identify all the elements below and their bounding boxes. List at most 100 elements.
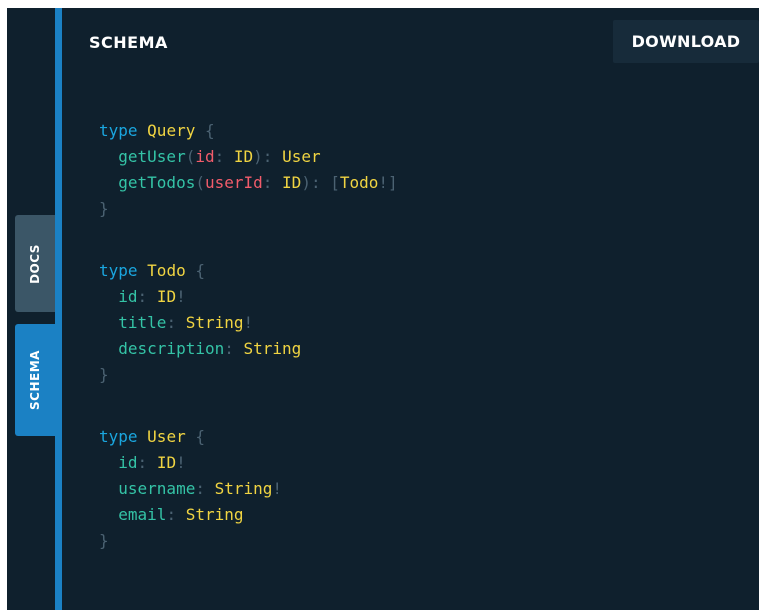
top-border [0,0,759,8]
tab-docs-label: DOCS [28,243,42,284]
punctuation-token: : [224,339,234,358]
punctuation-token: ) [253,147,263,166]
punctuation-token: : [262,147,273,166]
type-token: User [282,147,321,166]
punctuation-token: ! [176,287,186,306]
argument-token: userId [204,173,263,192]
keyword-token: type [99,261,138,280]
punctuation-token: ) [301,173,311,192]
field-token: email [118,505,167,524]
type-token: String [214,479,273,498]
argument-token: id [195,147,215,166]
type-token: String [185,505,244,524]
punctuation-token: : [166,505,177,524]
punctuation-token: ! [378,173,389,192]
tab-schema-label: SCHEMA [28,350,43,410]
code-line: username: String! [99,476,398,502]
schema-panel: DOCS SCHEMA SCHEMA DOWNLOAD type Query {… [0,0,759,610]
code-line: type Query { [99,118,398,144]
code-line: } [99,196,398,222]
code-line: } [99,362,398,388]
punctuation-token: : [262,173,273,192]
code-line: id: ID! [99,284,398,310]
code-line: type User { [99,424,398,450]
punctuation-token: { [195,261,205,280]
punctuation-token: { [195,427,205,446]
field-token: title [118,313,167,332]
type-token: Todo [339,173,379,192]
type-token: String [185,313,244,332]
type-token: User [147,427,186,446]
punctuation-token: ( [185,147,196,166]
sidebar-accent-bar [55,8,62,610]
type-token: String [243,339,302,358]
punctuation-token: : [137,453,148,472]
code-line: } [99,528,398,554]
type-token: Query [147,121,196,140]
punctuation-token: [ [330,173,340,192]
punctuation-token: } [99,531,109,550]
page-title: SCHEMA [89,33,168,52]
tab-schema[interactable]: SCHEMA [15,324,55,436]
punctuation-token: : [137,287,148,306]
field-token: id [118,287,138,306]
keyword-token: type [99,121,138,140]
code-line: getUser(id: ID): User [99,144,398,170]
type-token: ID [233,147,254,166]
punctuation-token: : [195,479,205,498]
download-button[interactable]: DOWNLOAD [613,20,759,63]
code-line: type Todo { [99,258,398,284]
code-line: getTodos(userId: ID): [Todo!] [99,170,398,196]
left-edge [0,8,7,610]
punctuation-token: } [99,199,109,218]
type-definition: type User { id: ID! username: String! em… [99,424,398,554]
code-line: id: ID! [99,450,398,476]
field-token: id [118,453,138,472]
tab-docs[interactable]: DOCS [15,215,55,312]
code-line: email: String [99,502,398,528]
schema-sdl-view: type Query { getUser(id: ID): User getTo… [99,118,398,554]
punctuation-token: ] [388,173,398,192]
punctuation-token: : [214,147,225,166]
punctuation-token: ! [176,453,186,472]
punctuation-token: ! [272,479,283,498]
type-token: ID [156,287,177,306]
type-definition: type Todo { id: ID! title: String! descr… [99,258,398,388]
code-line: title: String! [99,310,398,336]
keyword-token: type [99,427,138,446]
punctuation-token: { [204,121,215,140]
punctuation-token: ( [195,173,205,192]
type-token: ID [282,173,302,192]
field-token: description [118,339,225,358]
punctuation-token: : [310,173,321,192]
field-token: getTodos [118,173,196,192]
type-token: Todo [147,261,186,280]
code-line: description: String [99,336,398,362]
punctuation-token: ! [243,313,254,332]
type-definition: type Query { getUser(id: ID): User getTo… [99,118,398,222]
punctuation-token: } [99,365,109,384]
type-token: ID [156,453,177,472]
field-token: getUser [118,147,186,166]
